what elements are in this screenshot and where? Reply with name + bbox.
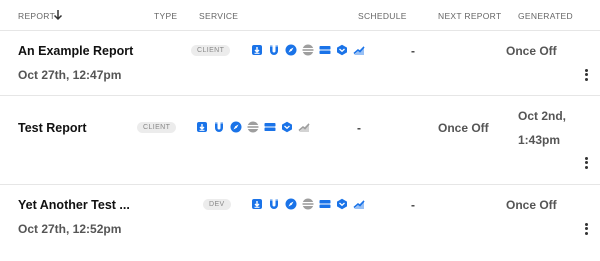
table-row[interactable]: Test Report CLIENT - Once Off Oct 2nd, 1… [0, 96, 600, 184]
column-header-next-report: NEXT REPORT [438, 11, 502, 21]
service-icons [250, 197, 366, 211]
compass-icon[interactable] [229, 120, 243, 134]
server-icon[interactable] [263, 120, 277, 134]
chart-icon[interactable] [297, 120, 311, 134]
more-options-icon[interactable] [581, 67, 591, 85]
next-report-value: Once Off [438, 121, 489, 135]
download-icon[interactable] [250, 197, 264, 211]
more-options-icon[interactable] [581, 221, 591, 239]
cube-icon[interactable] [280, 120, 294, 134]
type-badge: DEV [203, 199, 231, 210]
server-icon[interactable] [318, 197, 332, 211]
column-header-generated: GENERATED [518, 11, 573, 21]
download-icon[interactable] [195, 120, 209, 134]
schedule-value: - [411, 198, 415, 212]
chart-icon[interactable] [352, 43, 366, 57]
report-title[interactable]: Test Report [18, 121, 87, 135]
type-badge: CLIENT [137, 122, 177, 133]
striped-circle-icon[interactable] [301, 197, 315, 211]
cube-icon[interactable] [335, 197, 349, 211]
cube-icon[interactable] [335, 43, 349, 57]
generated-time: 1:43pm [518, 133, 561, 147]
compass-icon[interactable] [284, 197, 298, 211]
compass-icon[interactable] [284, 43, 298, 57]
chart-icon[interactable] [352, 197, 366, 211]
table-row[interactable]: An Example Report Oct 27th, 12:47pm CLIE… [0, 31, 600, 95]
magnet-icon[interactable] [267, 43, 281, 57]
striped-circle-icon[interactable] [301, 43, 315, 57]
column-header-schedule: SCHEDULE [358, 11, 407, 21]
column-header-report[interactable]: REPORT [18, 11, 55, 21]
column-header-service: SERVICE [199, 11, 239, 21]
report-title[interactable]: Yet Another Test ... [18, 198, 130, 212]
column-header-type: TYPE [154, 11, 178, 21]
schedule-value: - [411, 44, 415, 58]
generated-value: Once Off [506, 198, 557, 212]
generated-value: Once Off [506, 44, 557, 58]
server-icon[interactable] [318, 43, 332, 57]
magnet-icon[interactable] [212, 120, 226, 134]
schedule-value: - [357, 121, 361, 135]
table-row[interactable]: Yet Another Test ... Oct 27th, 12:52pm D… [0, 185, 600, 249]
service-icons [250, 43, 366, 57]
report-title[interactable]: An Example Report [18, 44, 133, 58]
type-badge: CLIENT [191, 45, 231, 56]
report-date: Oct 27th, 12:47pm [18, 68, 122, 82]
report-date: Oct 27th, 12:52pm [18, 222, 122, 236]
download-icon[interactable] [250, 43, 264, 57]
striped-circle-icon[interactable] [246, 120, 260, 134]
magnet-icon[interactable] [267, 197, 281, 211]
sort-descending-icon[interactable] [52, 8, 64, 22]
service-icons [195, 120, 311, 134]
generated-date: Oct 2nd, [518, 109, 567, 123]
more-options-icon[interactable] [581, 155, 591, 173]
